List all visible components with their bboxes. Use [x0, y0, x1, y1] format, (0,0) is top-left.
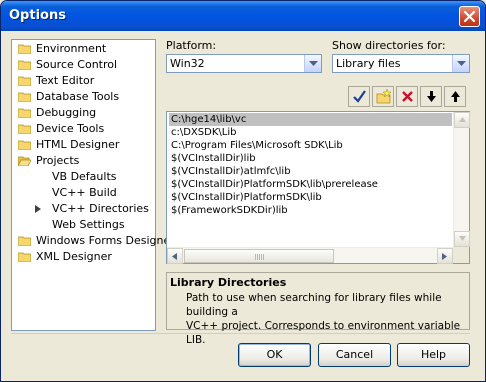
tree-item-label: Environment — [36, 42, 107, 55]
show-directories-dropdown[interactable]: Library files — [332, 54, 470, 73]
help-button[interactable]: Help — [397, 343, 470, 367]
chevron-down-icon — [457, 61, 466, 66]
tree-item-label: Database Tools — [36, 90, 120, 103]
options-dialog: Options Environment Source Control Text … — [0, 0, 486, 382]
move-down-button[interactable] — [420, 86, 442, 107]
description-title: Library Directories — [170, 276, 287, 289]
list-item[interactable]: $(VCInstallDir)PlatformSDK\lib — [169, 191, 452, 204]
chevron-up-icon — [459, 117, 466, 122]
platform-dropdown[interactable]: Win32 — [166, 54, 322, 73]
scroll-left-button[interactable] — [167, 248, 183, 264]
folder-icon — [18, 124, 31, 134]
tree-item-label: XML Designer — [36, 250, 112, 263]
tree-item-label: Text Editor — [36, 74, 95, 87]
description-line-1: Path to use when searching for library f… — [186, 292, 442, 318]
folder-icon — [18, 140, 31, 150]
tree-item-label: Device Tools — [36, 122, 105, 135]
list-item[interactable]: $(VCInstallDir)PlatformSDK\lib\prereleas… — [169, 178, 452, 191]
show-directories-value: Library files — [336, 57, 401, 70]
move-up-button[interactable] — [444, 86, 466, 107]
chevron-down-icon — [309, 61, 318, 66]
tree-item-label: Web Settings — [52, 218, 125, 231]
folder-icon — [18, 60, 31, 70]
tree-item-label: VC++ Build — [52, 186, 117, 199]
platform-label: Platform: — [166, 39, 217, 52]
chevron-right-icon — [442, 253, 447, 260]
open-folder-icon — [18, 156, 31, 166]
scroll-up-button[interactable] — [454, 112, 470, 128]
cancel-button[interactable]: Cancel — [318, 343, 391, 367]
list-item[interactable]: $(VCInstallDir)lib — [169, 152, 452, 165]
list-item[interactable]: $(VCInstallDir)atlmfc\lib — [169, 165, 452, 178]
move-down-icon — [427, 91, 436, 102]
description-panel: Library Directories Path to use when sea… — [166, 272, 470, 346]
tree-item-label: HTML Designer — [36, 138, 120, 151]
ok-button[interactable]: OK — [238, 343, 311, 367]
chevron-left-icon — [172, 253, 177, 260]
new-line-button[interactable] — [372, 86, 394, 107]
move-up-icon — [451, 91, 460, 102]
list-item[interactable]: C:\Program Files\Microsoft SDK\Lib — [169, 139, 452, 152]
folder-icon — [18, 108, 31, 118]
show-directories-label: Show directories for: — [332, 39, 446, 52]
folder-icon — [18, 92, 31, 102]
title-bar[interactable]: Options — [1, 1, 485, 31]
scroll-thumb[interactable] — [184, 249, 334, 263]
grip-icon — [255, 254, 265, 260]
list-item[interactable]: C:\hge14\lib\vc — [169, 113, 452, 126]
directory-list[interactable]: C:\hge14\lib\vc c:\DXSDK\Lib C:\Program … — [166, 111, 470, 264]
tree-item-label: Source Control — [36, 58, 118, 71]
window-title: Options — [9, 8, 66, 23]
chevron-down-icon — [459, 236, 466, 241]
tree-item-label: Windows Forms Designer — [36, 234, 175, 247]
vertical-scrollbar[interactable] — [453, 112, 470, 247]
category-tree[interactable]: Environment Source Control Text Editor D… — [11, 39, 175, 331]
current-page-arrow-icon — [35, 205, 41, 213]
tree-item-label: VC++ Directories — [52, 202, 149, 215]
delete-button[interactable] — [396, 86, 418, 107]
platform-value: Win32 — [170, 57, 205, 70]
tree-item-label: Debugging — [36, 106, 97, 119]
description-text: Path to use when searching for library f… — [186, 291, 468, 347]
show-directories-dropdown-button[interactable] — [452, 55, 469, 72]
list-item[interactable]: $(FrameworkSDKDir)lib — [169, 204, 452, 217]
folder-icon — [18, 44, 31, 54]
horizontal-scrollbar[interactable] — [167, 247, 453, 264]
scroll-down-button[interactable] — [454, 231, 470, 247]
new-folder-icon — [376, 89, 392, 104]
platform-dropdown-button[interactable] — [304, 55, 321, 72]
scroll-corner — [453, 247, 469, 263]
scroll-right-button[interactable] — [437, 248, 453, 264]
list-item[interactable]: c:\DXSDK\Lib — [169, 126, 452, 139]
delete-icon — [402, 91, 413, 102]
close-icon — [463, 10, 476, 23]
tree-item-label: VB Defaults — [52, 170, 117, 183]
tree-item-label: Projects — [36, 154, 80, 167]
folder-icon — [18, 236, 31, 246]
folder-icon — [18, 252, 31, 262]
checkmark-icon — [353, 90, 366, 103]
checkmark-button[interactable] — [348, 86, 370, 107]
folder-icon — [18, 76, 31, 86]
separator — [11, 333, 470, 334]
close-button[interactable] — [459, 6, 480, 27]
